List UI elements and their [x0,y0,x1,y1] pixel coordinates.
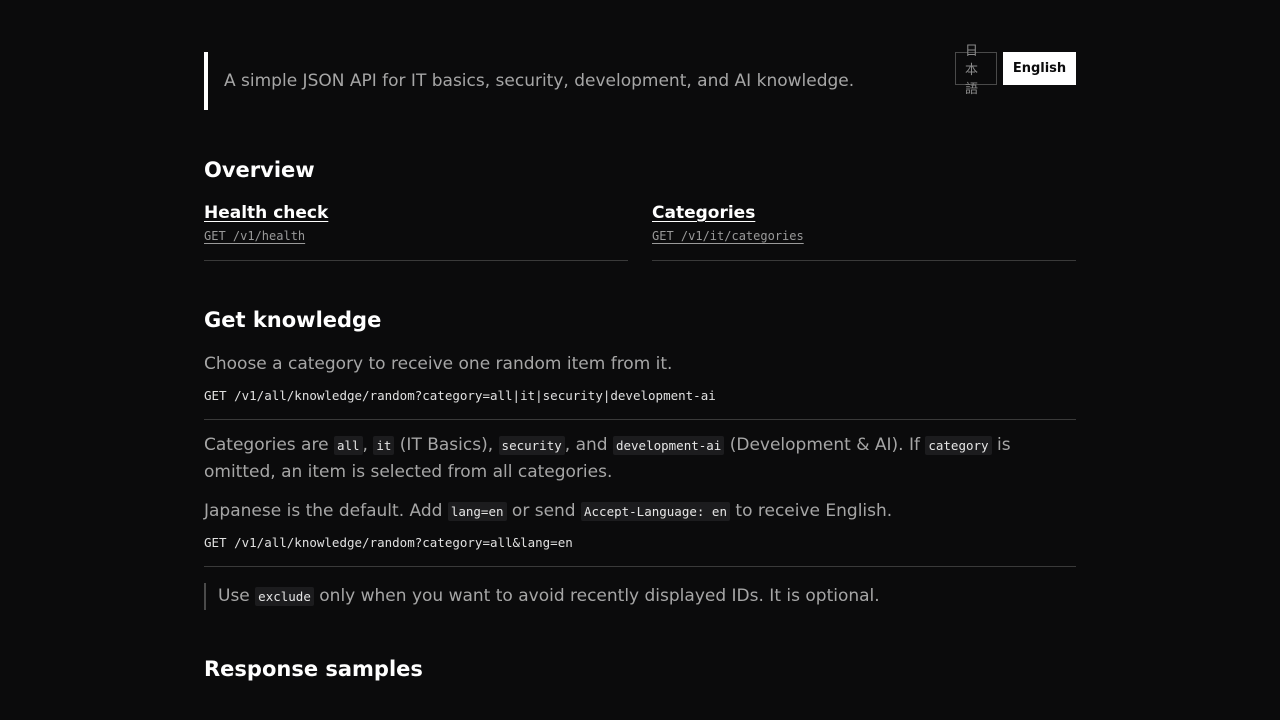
categories-card[interactable]: Categories GET /v1/it/categories [652,203,1076,261]
text: Japanese is the default. Add [204,501,448,521]
exclude-note: Use exclude only when you want to avoid … [204,583,1076,610]
health-check-link[interactable]: Health check [204,203,328,223]
text: , [362,435,374,455]
page: A simple JSON API for IT basics, securit… [204,44,1076,681]
code-lang-en: lang=en [447,502,507,521]
knowledge-intro: Choose a category to receive one random … [204,354,673,374]
endpoint-random-english: GET /v1/all/knowledge/random?category=al… [204,525,1076,567]
response-samples-heading: Response samples [204,657,423,681]
health-check-path[interactable]: GET /v1/health [204,229,628,243]
code-exclude: exclude [255,587,314,606]
overview-cards: Health check GET /v1/health Categories G… [204,203,1076,261]
text: (IT Basics), [394,435,499,455]
code-security: security [498,436,565,455]
categories-description: Categories are all, it (IT Basics), secu… [204,432,1076,486]
text: or send [506,501,581,521]
language-switcher: 日本語 English [955,44,1076,97]
header: A simple JSON API for IT basics, securit… [204,44,1076,110]
tagline-text: A simple JSON API for IT basics, securit… [224,71,855,91]
text: to receive English. [730,501,893,521]
text: , and [564,435,613,455]
text: (Development & AI). If [724,435,926,455]
text: only when you want to avoid recently dis… [313,586,880,606]
endpoint-random: GET /v1/all/knowledge/random?category=al… [204,378,1076,420]
get-knowledge-heading: Get knowledge [204,308,382,332]
code-all: all [333,436,363,455]
overview-heading: Overview [204,158,315,182]
health-check-card[interactable]: Health check GET /v1/health [204,203,628,261]
code-accept-language: Accept-Language: en [581,502,730,521]
language-description: Japanese is the default. Add lang=en or … [204,498,1076,525]
categories-path[interactable]: GET /v1/it/categories [652,229,1076,243]
text: Categories are [204,435,334,455]
code-development-ai: development-ai [612,436,725,455]
lang-english-button[interactable]: English [1003,52,1076,85]
text: Use [218,586,256,606]
tagline: A simple JSON API for IT basics, securit… [204,52,1076,110]
lang-japanese-button[interactable]: 日本語 [955,44,997,97]
code-category: category [925,436,992,455]
categories-link[interactable]: Categories [652,203,755,223]
code-it: it [373,436,395,455]
